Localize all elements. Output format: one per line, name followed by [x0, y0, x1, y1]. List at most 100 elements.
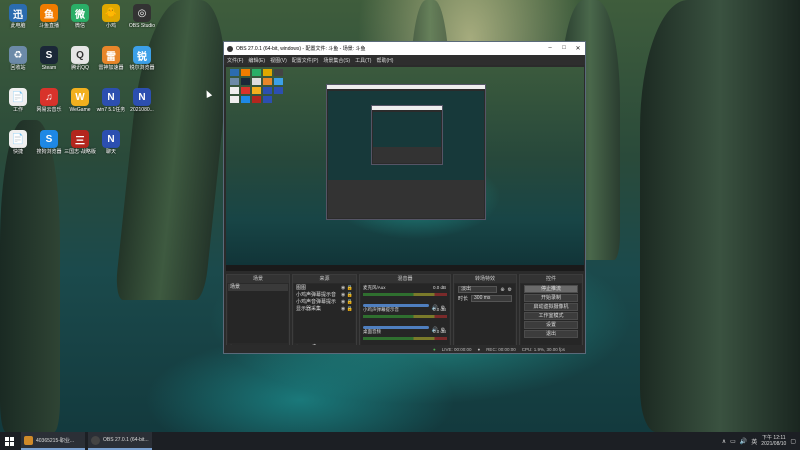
obs-logo-icon	[227, 45, 233, 52]
input-language[interactable]: 英	[751, 437, 757, 446]
chevron-up-icon[interactable]: ∧	[722, 438, 726, 445]
windows-logo-icon	[4, 436, 14, 446]
desktop-icon[interactable]: 微微信	[63, 4, 97, 36]
desktop-icon[interactable]: 锐锐尔浏览器	[125, 46, 159, 78]
transition-type-select[interactable]: 淡出	[458, 286, 498, 293]
maximize-icon[interactable]: □	[557, 45, 571, 52]
status-bar: ● LIVE: 00:00:00 ● REC: 00:00:00 CPU: 1.…	[224, 345, 585, 353]
source-item[interactable]: 显示器采集 ◉ 🔒	[294, 305, 355, 313]
add-icon[interactable]: ⊕	[500, 287, 504, 293]
desktop-icon[interactable]: Nwin7 5.1任务	[94, 88, 128, 120]
duration-input[interactable]: 300 ms	[471, 295, 512, 302]
desktop-icon[interactable]: S 搜狗浏览器	[32, 130, 66, 162]
desktop-icon[interactable]: 鱼斗鱼直播	[32, 4, 66, 36]
desktop-icon[interactable]: 迅此电脑	[1, 4, 35, 36]
preview-canvas[interactable]	[226, 67, 584, 271]
shortcut-icon: 📄	[9, 130, 27, 148]
desktop-icon[interactable]: 📄 工作	[1, 88, 35, 120]
transitions-dock: 转场特效 淡出 ⊕ ⚙ 时长 300 ms	[453, 274, 517, 353]
desktop-icon[interactable]: 📄 快捷	[1, 130, 35, 162]
desktop-icon[interactable]: 三三国志·战略版	[63, 130, 97, 162]
taskbar-item-video[interactable]: 40365215-职业...	[21, 432, 85, 450]
taskbar-item-label: 40365215-职业...	[36, 437, 75, 444]
visibility-lock-icon[interactable]: ◉ 🔒	[341, 285, 355, 291]
studio-mode-button[interactable]: 工作室模式	[524, 312, 578, 320]
douyu-icon: 鱼	[40, 4, 58, 22]
desktop-icon[interactable]: ♻ 回收站	[1, 46, 35, 78]
menu-help[interactable]: 帮助(H)	[376, 57, 393, 64]
desktop-icon[interactable]: ◎ OBS Studio	[125, 4, 159, 36]
accelerator-icon: 雷	[102, 46, 120, 64]
desktop-icon-label: 网易云音乐	[36, 107, 62, 113]
menu-tools[interactable]: 工具(T)	[355, 57, 371, 64]
controls-dock: 控件 停止推流 开始录制 启动虚拟摄像机 工作室模式 设置 退出	[519, 274, 583, 353]
desktop-icon[interactable]: N 2021080...	[125, 88, 159, 120]
taskbar-item-obs[interactable]: OBS 27.0.1 (64-bit...	[88, 432, 152, 450]
desktop-icon[interactable]: 雷雷神加速器	[94, 46, 128, 78]
desktop-icon[interactable]: Q 腾讯QQ	[63, 46, 97, 78]
controls-dock-title: 控件	[520, 275, 582, 283]
obs-window[interactable]: OBS 27.0.1 (64-bit, windows) - 配置文件: 斗鱼 …	[223, 41, 586, 354]
gear-icon[interactable]: ⚙	[508, 287, 512, 293]
source-item[interactable]: 小鸡声弹幕提示音 ◉ 🔒	[294, 291, 355, 299]
source-item[interactable]: 图图 ◉ 🔒	[294, 284, 355, 292]
menu-bar: 文件(F) 编辑(E) 视图(V) 配置文件(P) 场景集合(S) 工具(T) …	[224, 55, 585, 65]
menu-file[interactable]: 文件(F)	[227, 57, 243, 64]
nested-obs-window	[326, 84, 486, 220]
start-virtual-camera-button[interactable]: 启动虚拟摄像机	[524, 303, 578, 311]
wechat-icon: 微	[71, 4, 89, 22]
visibility-lock-icon[interactable]: ◉ 🔒	[341, 292, 355, 298]
recycle-bin-icon: ♻	[9, 46, 27, 64]
transition-duration-row: 时长 300 ms	[458, 295, 512, 302]
desktop-icon-label: 锐尔浏览器	[129, 65, 155, 71]
exit-button[interactable]: 退出	[524, 330, 578, 338]
desktop-icon-label: 微信	[74, 23, 85, 29]
menu-edit[interactable]: 编辑(E)	[248, 57, 265, 64]
close-icon[interactable]: ✕	[571, 45, 585, 52]
document-icon: 📄	[9, 88, 27, 106]
desktop-icon[interactable]: ♫ 网易云音乐	[32, 88, 66, 120]
scene-item[interactable]: 场景	[228, 284, 288, 291]
desktop-icon-label: OBS Studio	[128, 23, 156, 29]
notification-icon[interactable]: ▢	[790, 438, 796, 445]
sogou-icon: S	[40, 130, 58, 148]
window-title: OBS 27.0.1 (64-bit, windows) - 配置文件: 斗鱼 …	[236, 46, 366, 52]
desktop-icon-label: 回收站	[10, 65, 26, 71]
mixer-channels: 麦克风/Aux 0.0 dB 🔊 ⚙ 小鸡声弹幕提示音 0.0 dB 🔊 ⚙ 桌面音…	[361, 284, 449, 351]
menu-scene-collection[interactable]: 场景集合(S)	[323, 57, 350, 64]
transitions-panel: 淡出 ⊕ ⚙ 时长 300 ms	[455, 284, 515, 351]
network-icon[interactable]: ▭	[730, 438, 736, 445]
start-recording-button[interactable]: 开始录制	[524, 294, 578, 302]
menu-profile[interactable]: 配置文件(P)	[292, 57, 319, 64]
stop-streaming-button[interactable]: 停止推流	[524, 285, 578, 293]
nested-taskbar	[226, 265, 584, 271]
clock[interactable]: 下午 12:11 2021/08/10	[761, 435, 786, 447]
menu-view[interactable]: 视图(V)	[270, 57, 287, 64]
desktop-icon-label: Steam	[41, 65, 57, 71]
dock-area: 场景 场景 + − ∧ ∨ 来源 图图◉ 🔒 小鸡声弹幕提示音◉ 🔒 小鸡声音弹…	[226, 274, 584, 354]
mixer-dock-title: 混音器	[360, 275, 450, 283]
desktop-icon[interactable]: N 聊天	[94, 130, 128, 162]
desktop-icon-label: 斗鱼直播	[38, 23, 59, 29]
volume-meter	[363, 337, 447, 340]
taskbar: 40365215-职业... OBS 27.0.1 (64-bit... ∧ ▭…	[0, 432, 800, 450]
start-button[interactable]	[0, 432, 18, 450]
desktop-icon[interactable]: W WeGame	[63, 88, 97, 120]
desktop-icon-label: win7 5.1任务	[96, 107, 126, 113]
sanguo-icon: 三	[71, 130, 89, 148]
settings-button[interactable]: 设置	[524, 321, 578, 329]
desktop-icon-label: 雷神加速器	[98, 65, 124, 71]
desktop-icon-label: WeGame	[69, 107, 91, 113]
minimize-icon[interactable]: –	[543, 45, 557, 52]
desktop-icon[interactable]: 🐥 小鸡	[94, 4, 128, 36]
desktop-icon-label: 搜狗浏览器	[36, 149, 62, 155]
desktop-icon-grid: 迅此电脑鱼斗鱼直播微微信 🐥 小鸡 ◎ OBS Studio ♻ 回收站 S Steam Q 腾讯Q…	[0, 0, 170, 170]
visibility-lock-icon[interactable]: ◉ 🔒	[341, 306, 355, 312]
visibility-lock-icon[interactable]: ◉ 🔒	[341, 299, 355, 305]
desktop-icon[interactable]: S Steam	[32, 46, 66, 78]
channel-db: 0.0 dB	[432, 307, 446, 312]
obs-titlebar[interactable]: OBS 27.0.1 (64-bit, windows) - 配置文件: 斗鱼 …	[224, 42, 585, 55]
scenes-list: 场景	[228, 284, 288, 343]
volume-icon[interactable]: 🔊	[740, 438, 747, 445]
source-item[interactable]: 小鸡声音弹幕提示 ◉ 🔒	[294, 298, 355, 306]
